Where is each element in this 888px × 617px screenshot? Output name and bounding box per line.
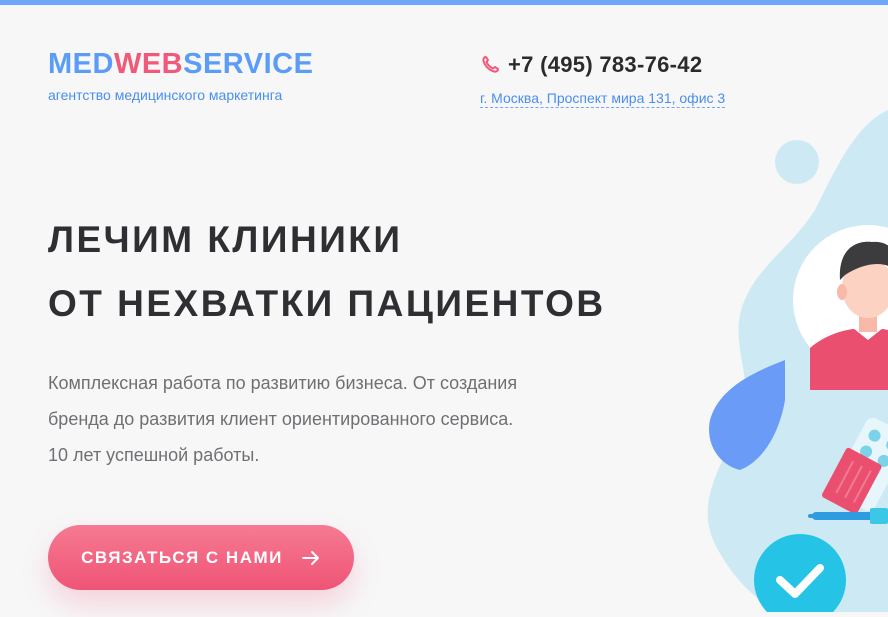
hero-title: ЛЕЧИМ КЛИНИКИ ОТ НЕХВАТКИ ПАЦИЕНТОВ [48, 208, 606, 336]
phone-row[interactable]: +7 (495) 783-76-42 [480, 52, 725, 78]
logo-wordmark: MEDWEBSERVICE [48, 48, 313, 80]
top-accent-bar [0, 0, 888, 5]
logo-part-service: SERVICE [183, 48, 314, 80]
logo-tagline: агентство медицинского маркетинга [48, 87, 283, 103]
phone-icon [480, 55, 500, 75]
arrow-right-icon [301, 550, 321, 566]
logo-part-web: WEB [113, 48, 184, 80]
hero-description-line-2: бренда до развития клиент ориентированно… [48, 409, 514, 429]
hero-title-line-2: ОТ НЕХВАТКИ ПАЦИЕНТОВ [48, 283, 606, 324]
logo[interactable]: MEDWEBSERVICE агентство медицинского мар… [48, 48, 313, 103]
medical-illustration [640, 100, 888, 617]
hero-description-line-1: Комплексная работа по развитию бизнеса. … [48, 373, 518, 393]
logo-part-med: MED [48, 48, 114, 80]
contact-us-button-label: СВЯЗАТЬСЯ С НАМИ [81, 547, 283, 567]
hero-description-line-3: 10 лет успешной работы. [48, 445, 260, 465]
contact-us-button[interactable]: СВЯЗАТЬСЯ С НАМИ [48, 525, 354, 590]
hero-description: Комплексная работа по развитию бизнеса. … [48, 365, 638, 473]
phone-link[interactable]: +7 (495) 783-76-42 [508, 52, 702, 78]
small-bubble [775, 140, 819, 184]
hero-title-line-1: ЛЕЧИМ КЛИНИКИ [48, 219, 403, 260]
